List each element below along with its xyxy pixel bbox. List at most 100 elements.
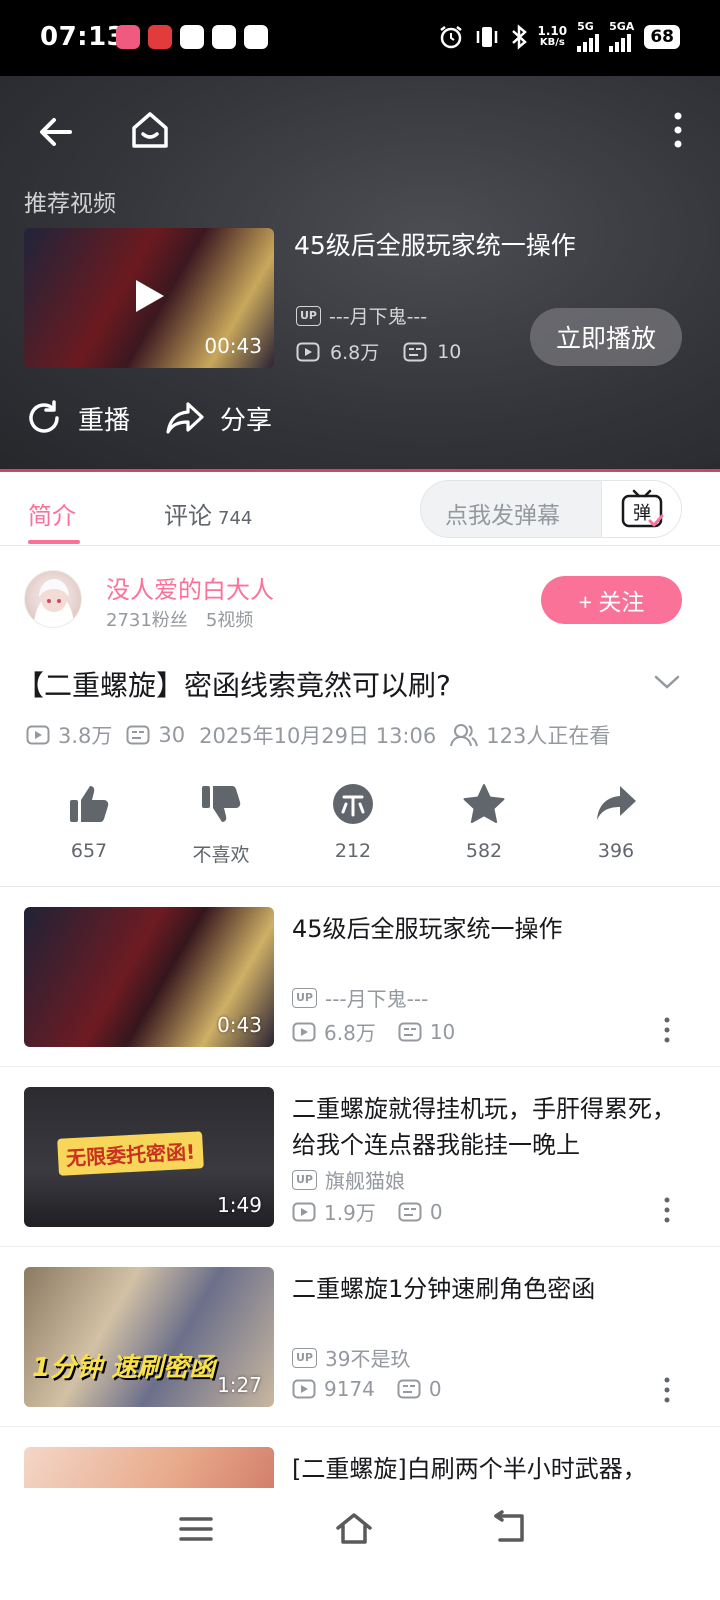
video-duration: 1:49: [217, 1193, 262, 1217]
more-options-icon[interactable]: [672, 110, 684, 150]
related-uploader: UP 旗舰猫娘: [292, 1165, 405, 1194]
share-arrow-icon: [597, 786, 636, 820]
video-duration: 0:43: [217, 1013, 262, 1037]
home-icon[interactable]: [128, 108, 172, 152]
play-icon[interactable]: [132, 276, 168, 316]
alarm-icon: [439, 26, 462, 49]
system-navigation-bar: [0, 1488, 720, 1600]
app-notification-icon: [180, 25, 204, 49]
tab-intro[interactable]: 简介: [28, 496, 76, 531]
publish-date: 2025年10月29日 13:06: [199, 724, 437, 748]
uploader-avatar[interactable]: [24, 570, 82, 628]
coin-icon: [333, 784, 373, 824]
video-duration: 00:43: [204, 334, 262, 358]
recommended-uploader: UP ---月下鬼---: [296, 302, 427, 329]
avatar-image: [33, 579, 75, 627]
vibrate-icon: [476, 27, 497, 47]
replay-button[interactable]: 重播: [24, 398, 130, 438]
related-stats: 1.9万 0: [292, 1197, 443, 1226]
network-speed: 1.10 KB/s: [537, 24, 568, 48]
app-notification-icon: [244, 25, 268, 49]
status-bar: 07:13 1.10 KB/s 5G 5GA 68: [0, 0, 720, 76]
danmaku-count-icon: [398, 1022, 422, 1041]
news-app-icon: [212, 25, 236, 49]
up-badge-icon: UP: [292, 987, 317, 1008]
recommended-label: 推荐视频: [24, 191, 116, 217]
up-badge-icon: UP: [296, 305, 321, 326]
related-video-item[interactable]: 0:43 45级后全服玩家统一操作 UP ---月下鬼--- 6.8万 10: [0, 887, 720, 1067]
notification-icons: [116, 25, 268, 49]
view-count-icon: [26, 725, 50, 745]
related-video-title[interactable]: 二重螺旋就得挂机玩，手肝得累死，给我个连点器我能挂一晚上: [292, 1091, 692, 1163]
back-nav-icon[interactable]: [492, 1510, 528, 1546]
more-options-icon[interactable]: [664, 1017, 670, 1043]
danmaku-tv-label: 弹: [633, 503, 651, 524]
danmaku-count-icon: [403, 342, 427, 361]
uploader-meta: 2731粉丝 5视频: [106, 610, 254, 631]
battery-indicator: 68: [644, 25, 680, 49]
music-app-icon: [148, 25, 172, 49]
related-video-item[interactable]: 1分钟 速刷密函 1:27 二重螺旋1分钟速刷角色密函 UP 39不是玖 9174…: [0, 1247, 720, 1427]
recommended-video-title[interactable]: 45级后全服玩家统一操作: [294, 226, 576, 262]
back-arrow-icon[interactable]: [36, 112, 76, 152]
follow-button[interactable]: + 关注: [541, 576, 682, 624]
signal-5g: 5G: [577, 21, 600, 52]
related-video-thumbnail[interactable]: 1分钟 速刷密函 1:27: [24, 1267, 274, 1407]
related-stats: 6.8万 10: [292, 1017, 455, 1046]
active-tab-indicator: [28, 540, 80, 544]
video-meta: 3.8万 30 2025年10月29日 13:06 123人正在看: [26, 720, 624, 750]
related-uploader: UP 39不是玖: [292, 1343, 410, 1372]
share-action-button[interactable]: 396: [561, 782, 671, 862]
star-icon: [463, 784, 505, 823]
view-count-icon: [296, 342, 320, 361]
danmaku-input[interactable]: 点我发弹幕 弹: [420, 480, 682, 538]
thumbs-up-icon: [70, 786, 109, 822]
danmaku-tv-icon: 弹: [621, 489, 664, 528]
related-video-title[interactable]: [二重螺旋]白刷两个半小时武器，: [292, 1451, 692, 1487]
related-video-thumbnail[interactable]: 无限委托密函! 1:49: [24, 1087, 274, 1227]
up-badge-icon: UP: [292, 1347, 317, 1368]
danmaku-placeholder: 点我发弹幕: [445, 503, 560, 529]
like-button[interactable]: 657: [34, 782, 144, 862]
related-video-item[interactable]: 无限委托密函! 1:49 二重螺旋就得挂机玩，手肝得累死，给我个连点器我能挂一晚…: [0, 1067, 720, 1247]
danmaku-toggle-button[interactable]: 弹: [601, 481, 681, 537]
action-bar: 657 不喜欢 212 582 396: [0, 782, 720, 870]
related-video-title[interactable]: 二重螺旋1分钟速刷角色密函: [292, 1271, 692, 1307]
more-options-icon[interactable]: [664, 1377, 670, 1403]
related-uploader: UP ---月下鬼---: [292, 983, 428, 1012]
share-icon: [166, 402, 204, 434]
related-video-thumbnail[interactable]: 0:43: [24, 907, 274, 1047]
uploader-name[interactable]: 没人爱的白大人: [106, 570, 274, 605]
up-badge-icon: UP: [292, 1169, 317, 1190]
video-title: 【二重螺旋】密函线索竟然可以刷?: [16, 669, 451, 702]
more-options-icon[interactable]: [664, 1197, 670, 1223]
favorite-button[interactable]: 582: [429, 782, 539, 862]
share-button[interactable]: 分享: [164, 398, 272, 438]
status-indicators: 1.10 KB/s 5G 5GA 68: [438, 21, 680, 52]
recommended-stats: 6.8万 10: [296, 338, 461, 365]
menu-icon[interactable]: [178, 1514, 214, 1544]
view-count-icon: [292, 1379, 316, 1399]
view-count-icon: [292, 1202, 316, 1221]
play-now-button[interactable]: 立即播放: [530, 308, 682, 366]
tab-comments[interactable]: 评论 744: [164, 496, 252, 531]
chevron-down-icon[interactable]: [654, 674, 680, 690]
app-notification-icon: [116, 25, 140, 49]
danmaku-count-icon: [126, 725, 150, 745]
coin-button[interactable]: 212: [298, 782, 408, 862]
thumbnail-caption: 1分钟 速刷密函: [32, 1353, 216, 1383]
watching-people-icon: [450, 724, 479, 747]
danmaku-count-icon: [397, 1379, 421, 1399]
recommended-video-thumbnail[interactable]: 00:43: [24, 228, 274, 368]
dislike-button[interactable]: 不喜欢: [166, 782, 276, 867]
bluetooth-icon: [511, 24, 527, 50]
related-video-title[interactable]: 45级后全服玩家统一操作: [292, 911, 692, 947]
thumbs-down-icon: [202, 786, 241, 822]
related-stats: 9174 0: [292, 1377, 442, 1401]
view-count-icon: [292, 1022, 316, 1041]
danmaku-count-icon: [398, 1202, 422, 1221]
home-nav-icon[interactable]: [334, 1510, 374, 1546]
thumbnail-caption: 无限委托密函!: [57, 1131, 204, 1176]
video-player[interactable]: 推荐视频 00:43 45级后全服玩家统一操作 UP ---月下鬼--- 6.8…: [0, 76, 720, 472]
replay-icon: [29, 400, 59, 433]
